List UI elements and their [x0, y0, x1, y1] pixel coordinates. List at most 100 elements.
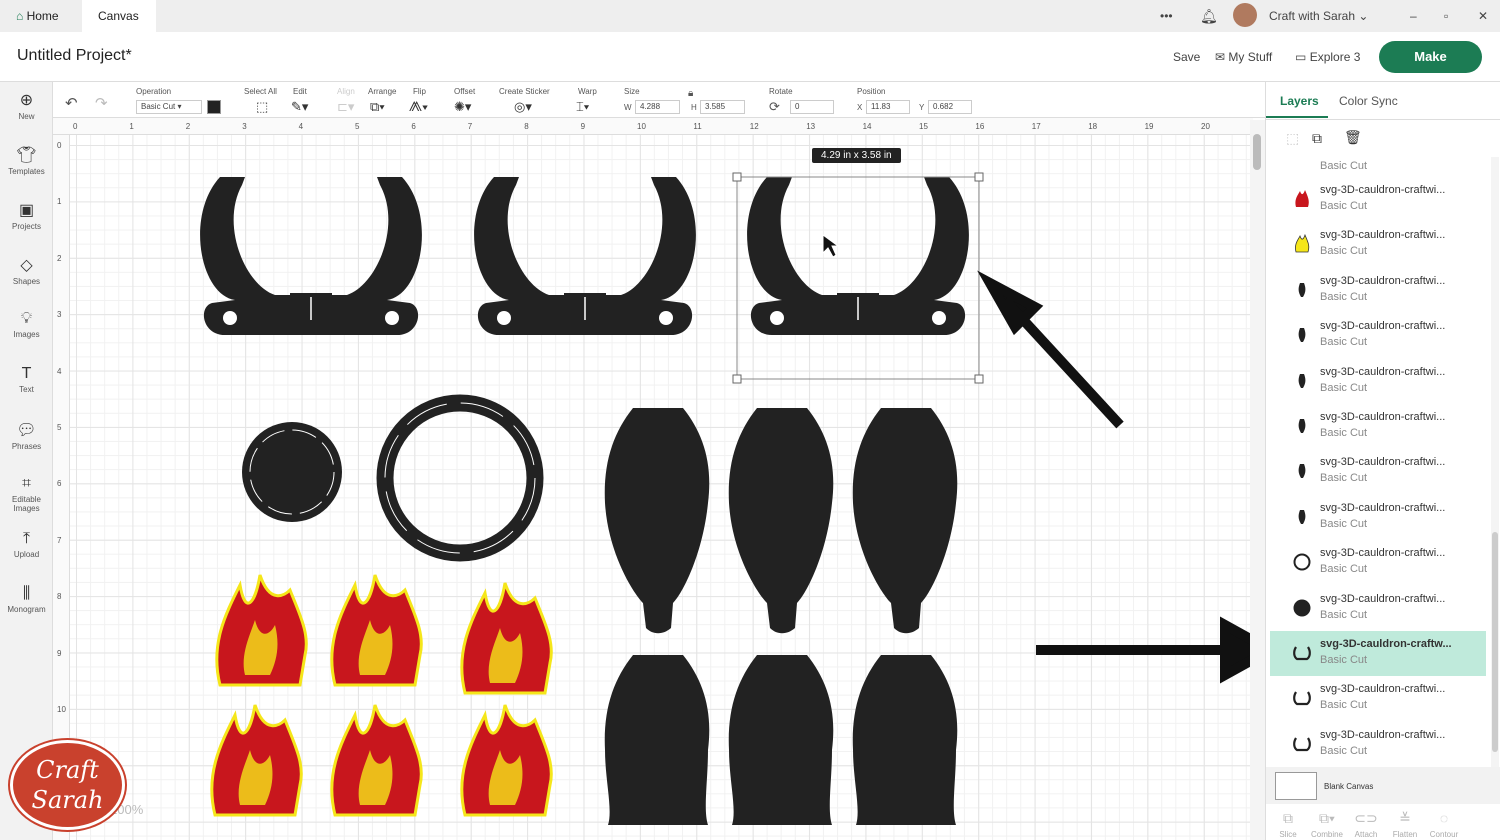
avatar[interactable]	[1233, 3, 1257, 27]
cauldron-side-piece[interactable]	[604, 408, 710, 634]
layer-item[interactable]: svg-3D-cauldron-craftwi... Basic Cut	[1270, 313, 1486, 358]
flame-piece[interactable]	[215, 573, 308, 687]
lock-icon[interactable]: 🔒︎	[688, 88, 693, 99]
cauldron-frame-3[interactable]	[746, 176, 970, 336]
close-button[interactable]: ✕	[1478, 0, 1488, 32]
sidebar-item-monogram[interactable]: ⫼ Monogram	[0, 585, 53, 614]
layers-scrollbar[interactable]	[1491, 157, 1499, 767]
rotate-input[interactable]: 0	[790, 100, 834, 114]
duplicate-icon[interactable]: ⧉	[1312, 130, 1322, 147]
trash-icon[interactable]: 🗑︎	[1344, 129, 1362, 146]
editable-images-icon: ⌗	[21, 475, 31, 492]
sidebar-item-new[interactable]: ⊕ New	[0, 90, 53, 121]
my-stuff-button[interactable]: ✉ My Stuff	[1215, 50, 1272, 64]
sidebar-item-phrases[interactable]: 💬︎ Phrases	[0, 420, 53, 451]
sidebar-item-upload[interactable]: ⤒ Upload	[0, 530, 53, 559]
flame-piece[interactable]	[330, 573, 423, 687]
canvas-scrollbar[interactable]	[1250, 120, 1265, 840]
layer-operation: Basic Cut	[1320, 245, 1368, 258]
slice-button[interactable]: ⧉ Slice	[1268, 810, 1308, 839]
undo-button[interactable]: ↶	[65, 94, 78, 112]
make-button[interactable]: Make	[1379, 41, 1482, 73]
ruler-v-label: 10	[57, 705, 66, 714]
layer-item[interactable]: svg-3D-cauldron-craftwi... Basic Cut	[1270, 404, 1486, 449]
cauldron-side-piece[interactable]	[604, 655, 710, 825]
design-canvas[interactable]	[70, 135, 1250, 840]
tab-canvas[interactable]: Canvas	[82, 0, 156, 32]
sidebar-item-shapes[interactable]: ◇ Shapes	[0, 255, 53, 286]
align-button[interactable]: Align ⊏▾	[337, 87, 355, 114]
bell-icon[interactable]: 🔔︎	[1200, 0, 1218, 32]
combine-button[interactable]: ⧉▾ Combine	[1307, 810, 1347, 839]
flame-piece[interactable]	[210, 703, 303, 817]
sidebar-label: Upload	[13, 550, 40, 559]
sidebar-item-editable-images[interactable]: ⌗ Editable Images	[0, 475, 53, 513]
cauldron-side-piece[interactable]	[852, 408, 958, 634]
sidebar-item-images[interactable]: 💡︎ Images	[0, 310, 53, 339]
x-input[interactable]: 11.83	[866, 100, 910, 114]
layer-item[interactable]: svg-3D-cauldron-craftwi... Basic Cut	[1270, 722, 1486, 767]
height-input[interactable]: 3.585	[700, 100, 745, 114]
operation-select[interactable]: Basic Cut ▾	[136, 100, 202, 114]
machine-button[interactable]: ▭ Explore 3	[1295, 50, 1360, 64]
position-label: Position	[857, 87, 886, 96]
ruler-v-label: 0	[57, 141, 62, 150]
layer-item[interactable]: svg-3D-cauldron-craftw... Basic Cut	[1270, 631, 1486, 676]
flame-piece[interactable]	[460, 581, 553, 695]
contour-button[interactable]: ◌ Contour	[1424, 810, 1464, 839]
arrange-button[interactable]: Arrange ⧉▾	[368, 87, 396, 114]
tab-home[interactable]: ⌂ Home	[0, 0, 75, 32]
cauldron-frame-1[interactable]	[199, 176, 423, 336]
more-button[interactable]: •••	[1160, 0, 1173, 32]
layer-item[interactable]: svg-3D-cauldron-craftwi... Basic Cut	[1270, 676, 1486, 721]
cauldron-side-piece[interactable]	[852, 655, 958, 825]
flame-piece[interactable]	[460, 703, 553, 817]
create-sticker-button[interactable]: Create Sticker ◎▾	[499, 87, 550, 114]
layer-item[interactable]: svg-3D-cauldron-craftwi... Basic Cut	[1270, 586, 1486, 631]
layer-item[interactable]: svg-3D-cauldron-craftwi... Basic Cut	[1270, 222, 1486, 267]
flip-button[interactable]: Flip ⨇▾	[409, 87, 428, 114]
blank-canvas-thumb	[1275, 772, 1317, 800]
layer-item[interactable]: svg-3D-cauldron-craftwi... Basic Cut	[1270, 359, 1486, 404]
layer-operation: Basic Cut	[1320, 699, 1368, 712]
edit-button[interactable]: Edit ✎▾	[291, 87, 308, 114]
flatten-button[interactable]: ≚ Flatten	[1385, 810, 1425, 839]
sidebar-item-templates[interactable]: 👕︎ Templates	[0, 145, 53, 176]
width-input[interactable]: 4.288	[635, 100, 680, 114]
sidebar-item-projects[interactable]: ▣ Projects	[0, 200, 53, 231]
layer-item[interactable]: svg-3D-cauldron-craftwi... Basic Cut	[1270, 177, 1486, 222]
account-menu[interactable]: Craft with Sarah ⌄	[1269, 0, 1368, 32]
minimize-button[interactable]: –	[1410, 0, 1417, 32]
group-icon[interactable]: ⬚	[1286, 130, 1299, 147]
layers-scrollbar-thumb[interactable]	[1492, 532, 1498, 752]
redo-button[interactable]: ↷	[95, 94, 108, 112]
cauldron-frame-2[interactable]	[473, 176, 697, 336]
ring-piece[interactable]	[376, 394, 544, 562]
warp-button[interactable]: Warp ⌶▾	[576, 87, 597, 114]
cauldron-side-piece[interactable]	[728, 408, 834, 634]
circle-base[interactable]	[242, 422, 342, 522]
attach-button[interactable]: ⊂⊃ Attach	[1346, 810, 1386, 839]
sidebar-item-text[interactable]: T Text	[0, 365, 53, 394]
tab-layers[interactable]: Layers	[1280, 94, 1319, 108]
y-input[interactable]: 0.682	[928, 100, 972, 114]
layer-item[interactable]: svg-3D-cauldron-craftwi... Basic Cut	[1270, 449, 1486, 494]
layer-item[interactable]: svg-3D-cauldron-craftwi... Basic Cut	[1270, 540, 1486, 585]
maximize-button[interactable]: ▫	[1444, 0, 1448, 32]
tab-color-sync[interactable]: Color Sync	[1339, 94, 1398, 108]
cauldron-icon	[1293, 737, 1311, 751]
save-button[interactable]: Save	[1173, 50, 1200, 64]
scrollbar-thumb[interactable]	[1253, 134, 1261, 170]
tab-home-label: Home	[26, 9, 59, 23]
flame-piece[interactable]	[330, 703, 423, 817]
selection-size-label: 4.29 in x 3.58 in	[812, 148, 901, 163]
layer-item[interactable]: svg-3D-cauldron-craftwi... Basic Cut	[1270, 268, 1486, 313]
layer-item[interactable]: svg-3D-cauldron-craftwi... Basic Cut	[1270, 495, 1486, 540]
cauldron-side-piece[interactable]	[728, 655, 834, 825]
offset-button[interactable]: Offset ✺▾	[454, 87, 475, 114]
blank-canvas-row[interactable]: Blank Canvas	[1266, 767, 1500, 804]
sidebar-label: Editable Images	[12, 495, 41, 513]
color-swatch[interactable]	[207, 100, 221, 114]
drop-icon	[1298, 282, 1306, 297]
select-all-button[interactable]: Select All ⬚	[244, 87, 277, 114]
